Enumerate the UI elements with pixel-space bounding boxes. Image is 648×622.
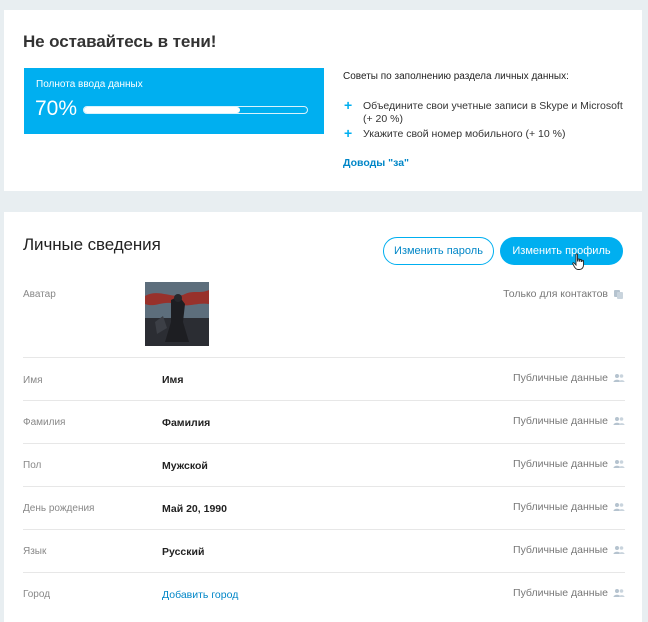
personal-info-card: Личные сведения Изменить пароль Изменить…: [4, 212, 642, 622]
profile-row-first-name: Имя Имя Публичные данные: [23, 358, 625, 401]
privacy-label: Публичные данные: [513, 372, 608, 384]
row-label: Город: [23, 589, 51, 600]
pros-link[interactable]: Доводы "за": [343, 157, 409, 169]
tip-item[interactable]: + Укажите свой номер мобильного (+ 10 %): [343, 125, 633, 141]
tips-title: Советы по заполнению раздела личных данн…: [343, 71, 569, 82]
public-people-icon: [613, 589, 625, 597]
completeness-progress-box: Полнота ввода данных 70%: [24, 68, 324, 134]
avatar[interactable]: [145, 282, 209, 346]
privacy-setting[interactable]: Только для контактов: [503, 288, 625, 300]
personal-info-title: Личные сведения: [23, 235, 161, 254]
change-profile-button[interactable]: Изменить профиль: [500, 237, 623, 265]
plus-icon: +: [344, 97, 353, 113]
tips-list: + Объедините свои учетные записи в Skype…: [343, 97, 633, 143]
privacy-label: Публичные данные: [513, 544, 608, 556]
profile-row-avatar: Аватар Только для контактов: [23, 269, 625, 358]
public-people-icon: [613, 417, 625, 425]
avatar-image: [145, 282, 209, 346]
add-city-link[interactable]: Добавить город: [162, 589, 238, 601]
profile-row-birthday: День рождения Май 20, 1990 Публичные дан…: [23, 487, 625, 530]
row-label: Фамилия: [23, 417, 66, 428]
contacts-icon: [614, 290, 623, 299]
privacy-label: Публичные данные: [513, 501, 608, 513]
privacy-label: Публичные данные: [513, 458, 608, 470]
public-people-icon: [613, 503, 625, 511]
row-label: Имя: [23, 375, 43, 386]
row-label: День рождения: [23, 503, 95, 514]
row-value: Русский: [162, 546, 205, 558]
profile-row-language: Язык Русский Публичные данные: [23, 530, 625, 573]
row-value: Мужской: [162, 460, 208, 472]
tip-text: Укажите свой номер мобильного (+ 10 %): [363, 128, 566, 140]
tip-item[interactable]: + Объедините свои учетные записи в Skype…: [343, 97, 633, 126]
profile-row-city: Город Добавить город Публичные данные: [23, 573, 625, 616]
public-people-icon: [613, 460, 625, 468]
completeness-progress-bar: [83, 106, 308, 114]
public-people-icon: [613, 374, 625, 382]
row-label: Аватар: [23, 289, 56, 300]
privacy-setting[interactable]: Публичные данные: [513, 372, 625, 384]
privacy-setting[interactable]: Публичные данные: [513, 458, 625, 470]
change-password-button[interactable]: Изменить пароль: [383, 237, 494, 265]
tip-text: Объедините свои учетные записи в Skype и…: [363, 100, 623, 125]
completeness-title: Не оставайтесь в тени!: [23, 32, 217, 51]
privacy-setting[interactable]: Публичные данные: [513, 544, 625, 556]
row-label: Язык: [23, 546, 47, 557]
privacy-setting[interactable]: Публичные данные: [513, 587, 625, 599]
completeness-progress-fill: [84, 107, 241, 113]
privacy-label: Только для контактов: [503, 288, 608, 300]
privacy-label: Публичные данные: [513, 415, 608, 427]
row-value: Фамилия: [162, 417, 211, 429]
row-value: Имя: [162, 374, 184, 386]
completeness-label: Полнота ввода данных: [36, 79, 143, 90]
row-label: Пол: [23, 460, 42, 471]
public-people-icon: [613, 546, 625, 554]
profile-row-last-name: Фамилия Фамилия Публичные данные: [23, 401, 625, 444]
profile-completeness-card: Не оставайтесь в тени! Полнота ввода дан…: [4, 10, 642, 191]
row-value: Май 20, 1990: [162, 503, 227, 515]
privacy-label: Публичные данные: [513, 587, 608, 599]
privacy-setting[interactable]: Публичные данные: [513, 501, 625, 513]
plus-icon: +: [344, 125, 353, 141]
profile-row-gender: Пол Мужской Публичные данные: [23, 444, 625, 487]
completeness-percent: 70%: [35, 97, 78, 120]
privacy-setting[interactable]: Публичные данные: [513, 415, 625, 427]
